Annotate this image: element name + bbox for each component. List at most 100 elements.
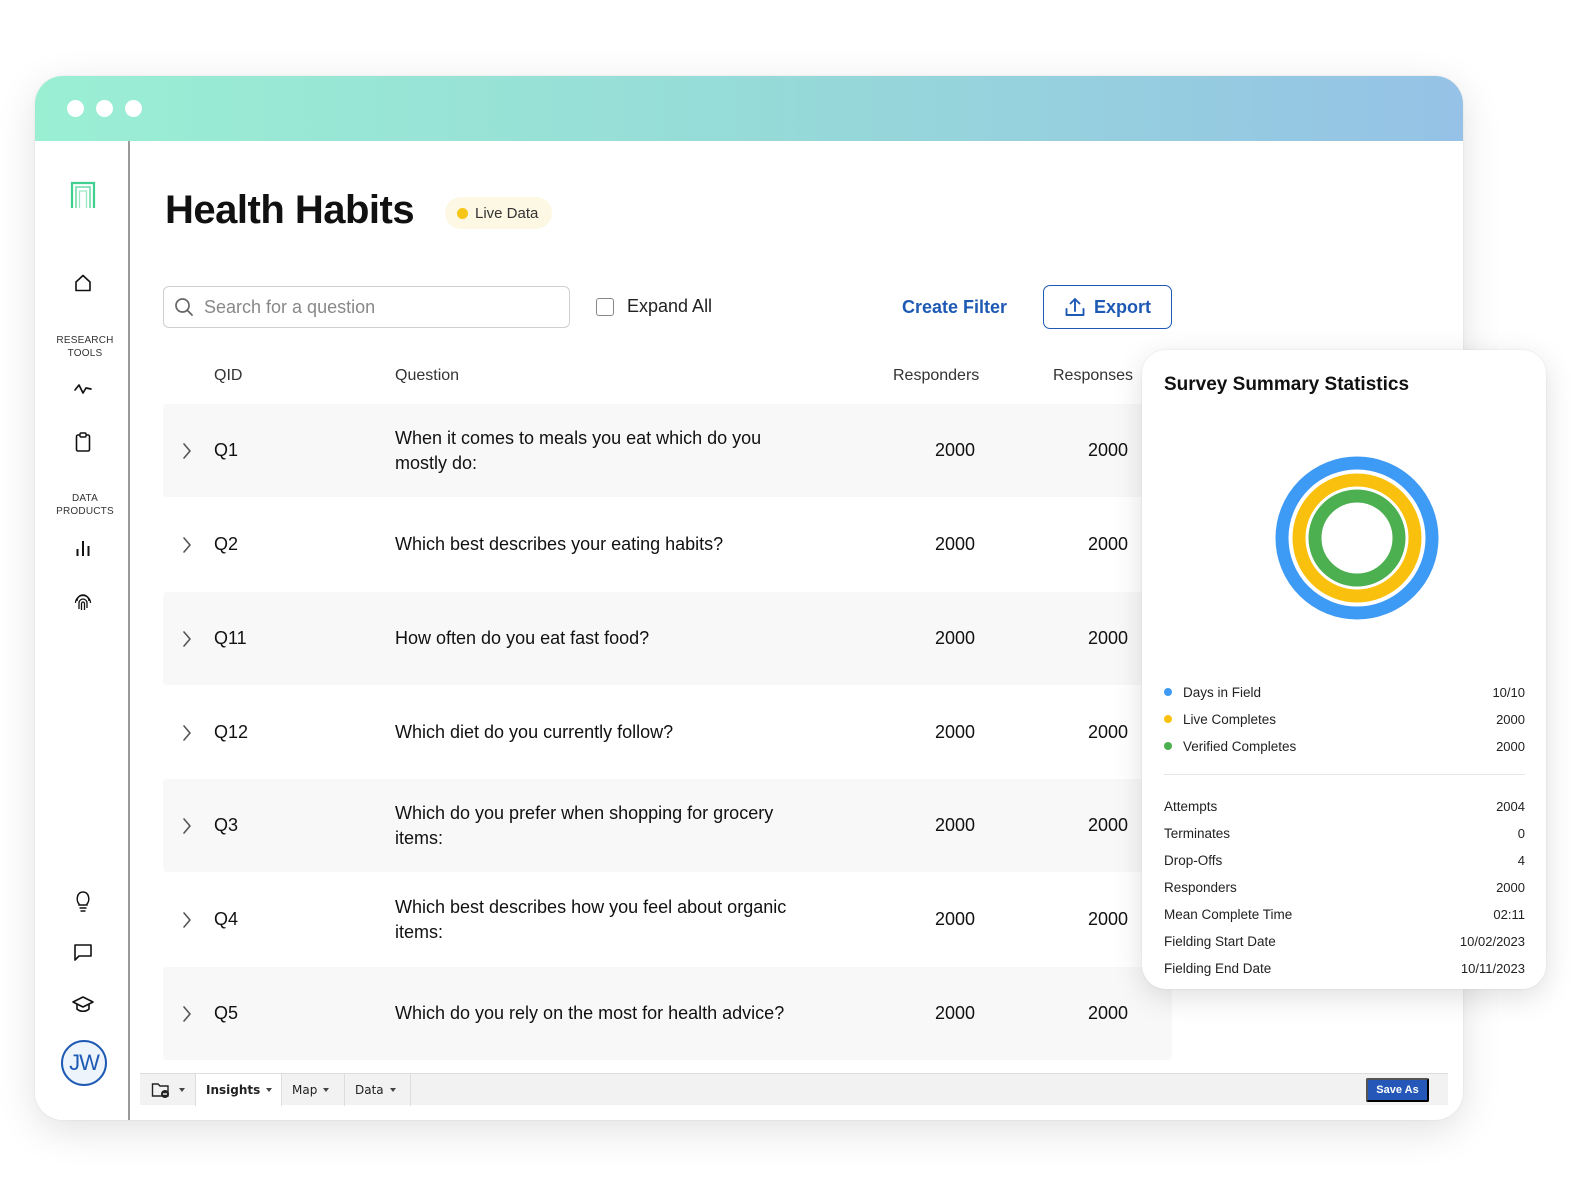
row-qid: Q11 xyxy=(214,628,247,648)
folder-icon xyxy=(151,1083,169,1098)
table-row[interactable]: Q1 When it comes to meals you eat which d… xyxy=(163,404,1172,497)
expand-all-label: Expand All xyxy=(627,296,713,316)
chevron-right-icon[interactable] xyxy=(181,536,193,554)
stat-row: Fielding End Date 10/11/2023 xyxy=(1164,958,1525,978)
column-header-question[interactable]: Question xyxy=(395,367,459,385)
folder-menu-button[interactable] xyxy=(140,1074,196,1106)
sidebar-section-research-tools: RESEARCH TOOLS xyxy=(35,334,135,360)
summary-title: Survey Summary Statistics xyxy=(1164,374,1410,395)
live-data-badge: Live Data xyxy=(445,197,553,229)
legend-value: 10/10 xyxy=(1492,684,1525,700)
sidebar-item-learn[interactable] xyxy=(35,995,130,1013)
row-qid: Q4 xyxy=(214,909,239,929)
table-row[interactable]: Q2 Which best describes your eating habit… xyxy=(163,498,1172,591)
home-icon xyxy=(74,274,91,292)
upload-icon xyxy=(1065,298,1085,316)
window-dot-close[interactable] xyxy=(67,100,84,117)
section-label-line: RESEARCH xyxy=(56,335,114,346)
stat-value: 4 xyxy=(1517,852,1525,868)
search-input[interactable] xyxy=(204,296,544,318)
chevron-right-icon[interactable] xyxy=(181,817,193,835)
table-row[interactable]: Q4 Which best describes how you feel abou… xyxy=(163,873,1172,966)
row-responses: 2000 xyxy=(1088,534,1129,554)
bottom-toolbar: Insights Map Data Save As xyxy=(140,1073,1448,1106)
chevron-right-icon[interactable] xyxy=(181,630,193,648)
chevron-down-icon xyxy=(178,1088,185,1092)
row-qid: Q1 xyxy=(214,440,239,460)
clipboard-icon xyxy=(75,432,90,452)
stat-row: Attempts 2004 xyxy=(1164,796,1525,816)
sidebar-item-pulse[interactable] xyxy=(35,381,130,397)
row-question: When it comes to meals you eat which do … xyxy=(395,427,762,473)
row-qid: Q12 xyxy=(214,722,249,742)
window-dot-minimize[interactable] xyxy=(96,100,113,117)
legend-row: Live Completes 2000 xyxy=(1164,709,1525,729)
chevron-down-icon xyxy=(323,1088,330,1092)
stat-label: Drop-Offs xyxy=(1164,852,1223,868)
sidebar-item-clipboard[interactable] xyxy=(35,431,130,453)
sidebar-item-home[interactable] xyxy=(35,273,130,293)
tab-map[interactable]: Map xyxy=(282,1074,345,1106)
row-responders: 2000 xyxy=(935,534,976,554)
sidebar-item-messages[interactable] xyxy=(35,942,130,962)
chevron-right-icon[interactable] xyxy=(181,911,193,929)
stat-label: Terminates xyxy=(1164,825,1231,841)
survey-summary-card: Survey Summary Statistics Days in Field 1… xyxy=(1142,350,1546,989)
chevron-down-icon xyxy=(266,1088,273,1092)
tab-data[interactable]: Data xyxy=(345,1074,411,1106)
create-filter-link[interactable]: Create Filter xyxy=(902,297,1007,318)
row-question: Which do you prefer when shopping for gr… xyxy=(395,802,774,848)
chevron-right-icon[interactable] xyxy=(181,442,193,460)
legend-label: Days in Field xyxy=(1183,684,1262,700)
sidebar-item-ideas[interactable] xyxy=(35,889,130,913)
row-responders: 2000 xyxy=(935,1003,976,1023)
legend-dot-icon xyxy=(1164,742,1172,750)
row-responses: 2000 xyxy=(1088,815,1129,835)
stat-label: Fielding End Date xyxy=(1164,960,1272,976)
graduation-cap-icon xyxy=(71,996,94,1013)
expand-all-checkbox[interactable] xyxy=(596,297,614,316)
search-icon xyxy=(175,298,193,316)
row-qid: Q2 xyxy=(214,534,239,554)
sidebar-item-fingerprint[interactable] xyxy=(35,593,130,613)
stat-label: Attempts xyxy=(1164,798,1218,814)
table-row[interactable]: Q3 Which do you prefer when shopping for … xyxy=(163,779,1172,872)
stat-value: 2000 xyxy=(1496,879,1525,895)
stat-row: Responders 2000 xyxy=(1164,877,1525,897)
summary-ring-chart xyxy=(1275,456,1439,620)
save-as-button[interactable]: Save As xyxy=(1366,1078,1429,1102)
legend-dot-icon xyxy=(1164,715,1172,723)
legend-dot-icon xyxy=(1164,688,1172,696)
stat-row: Drop-Offs 4 xyxy=(1164,850,1525,870)
row-question: Which best describes how you feel about … xyxy=(395,896,787,942)
row-qid: Q5 xyxy=(214,1003,239,1023)
column-header-responders[interactable]: Responders xyxy=(893,367,979,385)
chevron-right-icon[interactable] xyxy=(181,1005,193,1023)
search-field[interactable] xyxy=(163,286,570,328)
chevron-right-icon[interactable] xyxy=(181,724,193,742)
row-question: How often do you eat fast food? xyxy=(395,628,650,648)
table-row[interactable]: Q5 Which do you rely on the most for heal… xyxy=(163,967,1172,1060)
user-avatar[interactable]: JW xyxy=(61,1040,107,1086)
row-responses: 2000 xyxy=(1088,722,1129,742)
row-responses: 2000 xyxy=(1088,909,1129,929)
sidebar-item-charts[interactable] xyxy=(35,538,130,558)
legend-value: 2000 xyxy=(1496,711,1525,727)
tab-insights[interactable]: Insights xyxy=(196,1074,282,1106)
stat-value: 02:11 xyxy=(1493,906,1525,922)
stat-label: Fielding Start Date xyxy=(1164,933,1276,949)
stat-label: Responders xyxy=(1164,879,1237,895)
column-header-qid[interactable]: QID xyxy=(214,367,242,385)
fingerprint-icon xyxy=(74,594,91,610)
ring-verified-completes xyxy=(1308,489,1406,587)
table-row[interactable]: Q12 Which diet do you currently follow? 20… xyxy=(163,686,1172,779)
window-dot-maximize[interactable] xyxy=(125,100,142,117)
expand-all-toggle[interactable]: Expand All xyxy=(596,296,712,317)
app-logo[interactable] xyxy=(35,181,130,209)
section-label-line: DATA xyxy=(72,493,98,504)
column-header-responses[interactable]: Responses xyxy=(1053,367,1133,385)
stat-value: 2004 xyxy=(1496,798,1525,814)
table-row[interactable]: Q11 How often do you eat fast food? 2000 20… xyxy=(163,592,1172,685)
export-button[interactable]: Export xyxy=(1043,285,1172,329)
row-responders: 2000 xyxy=(935,815,976,835)
